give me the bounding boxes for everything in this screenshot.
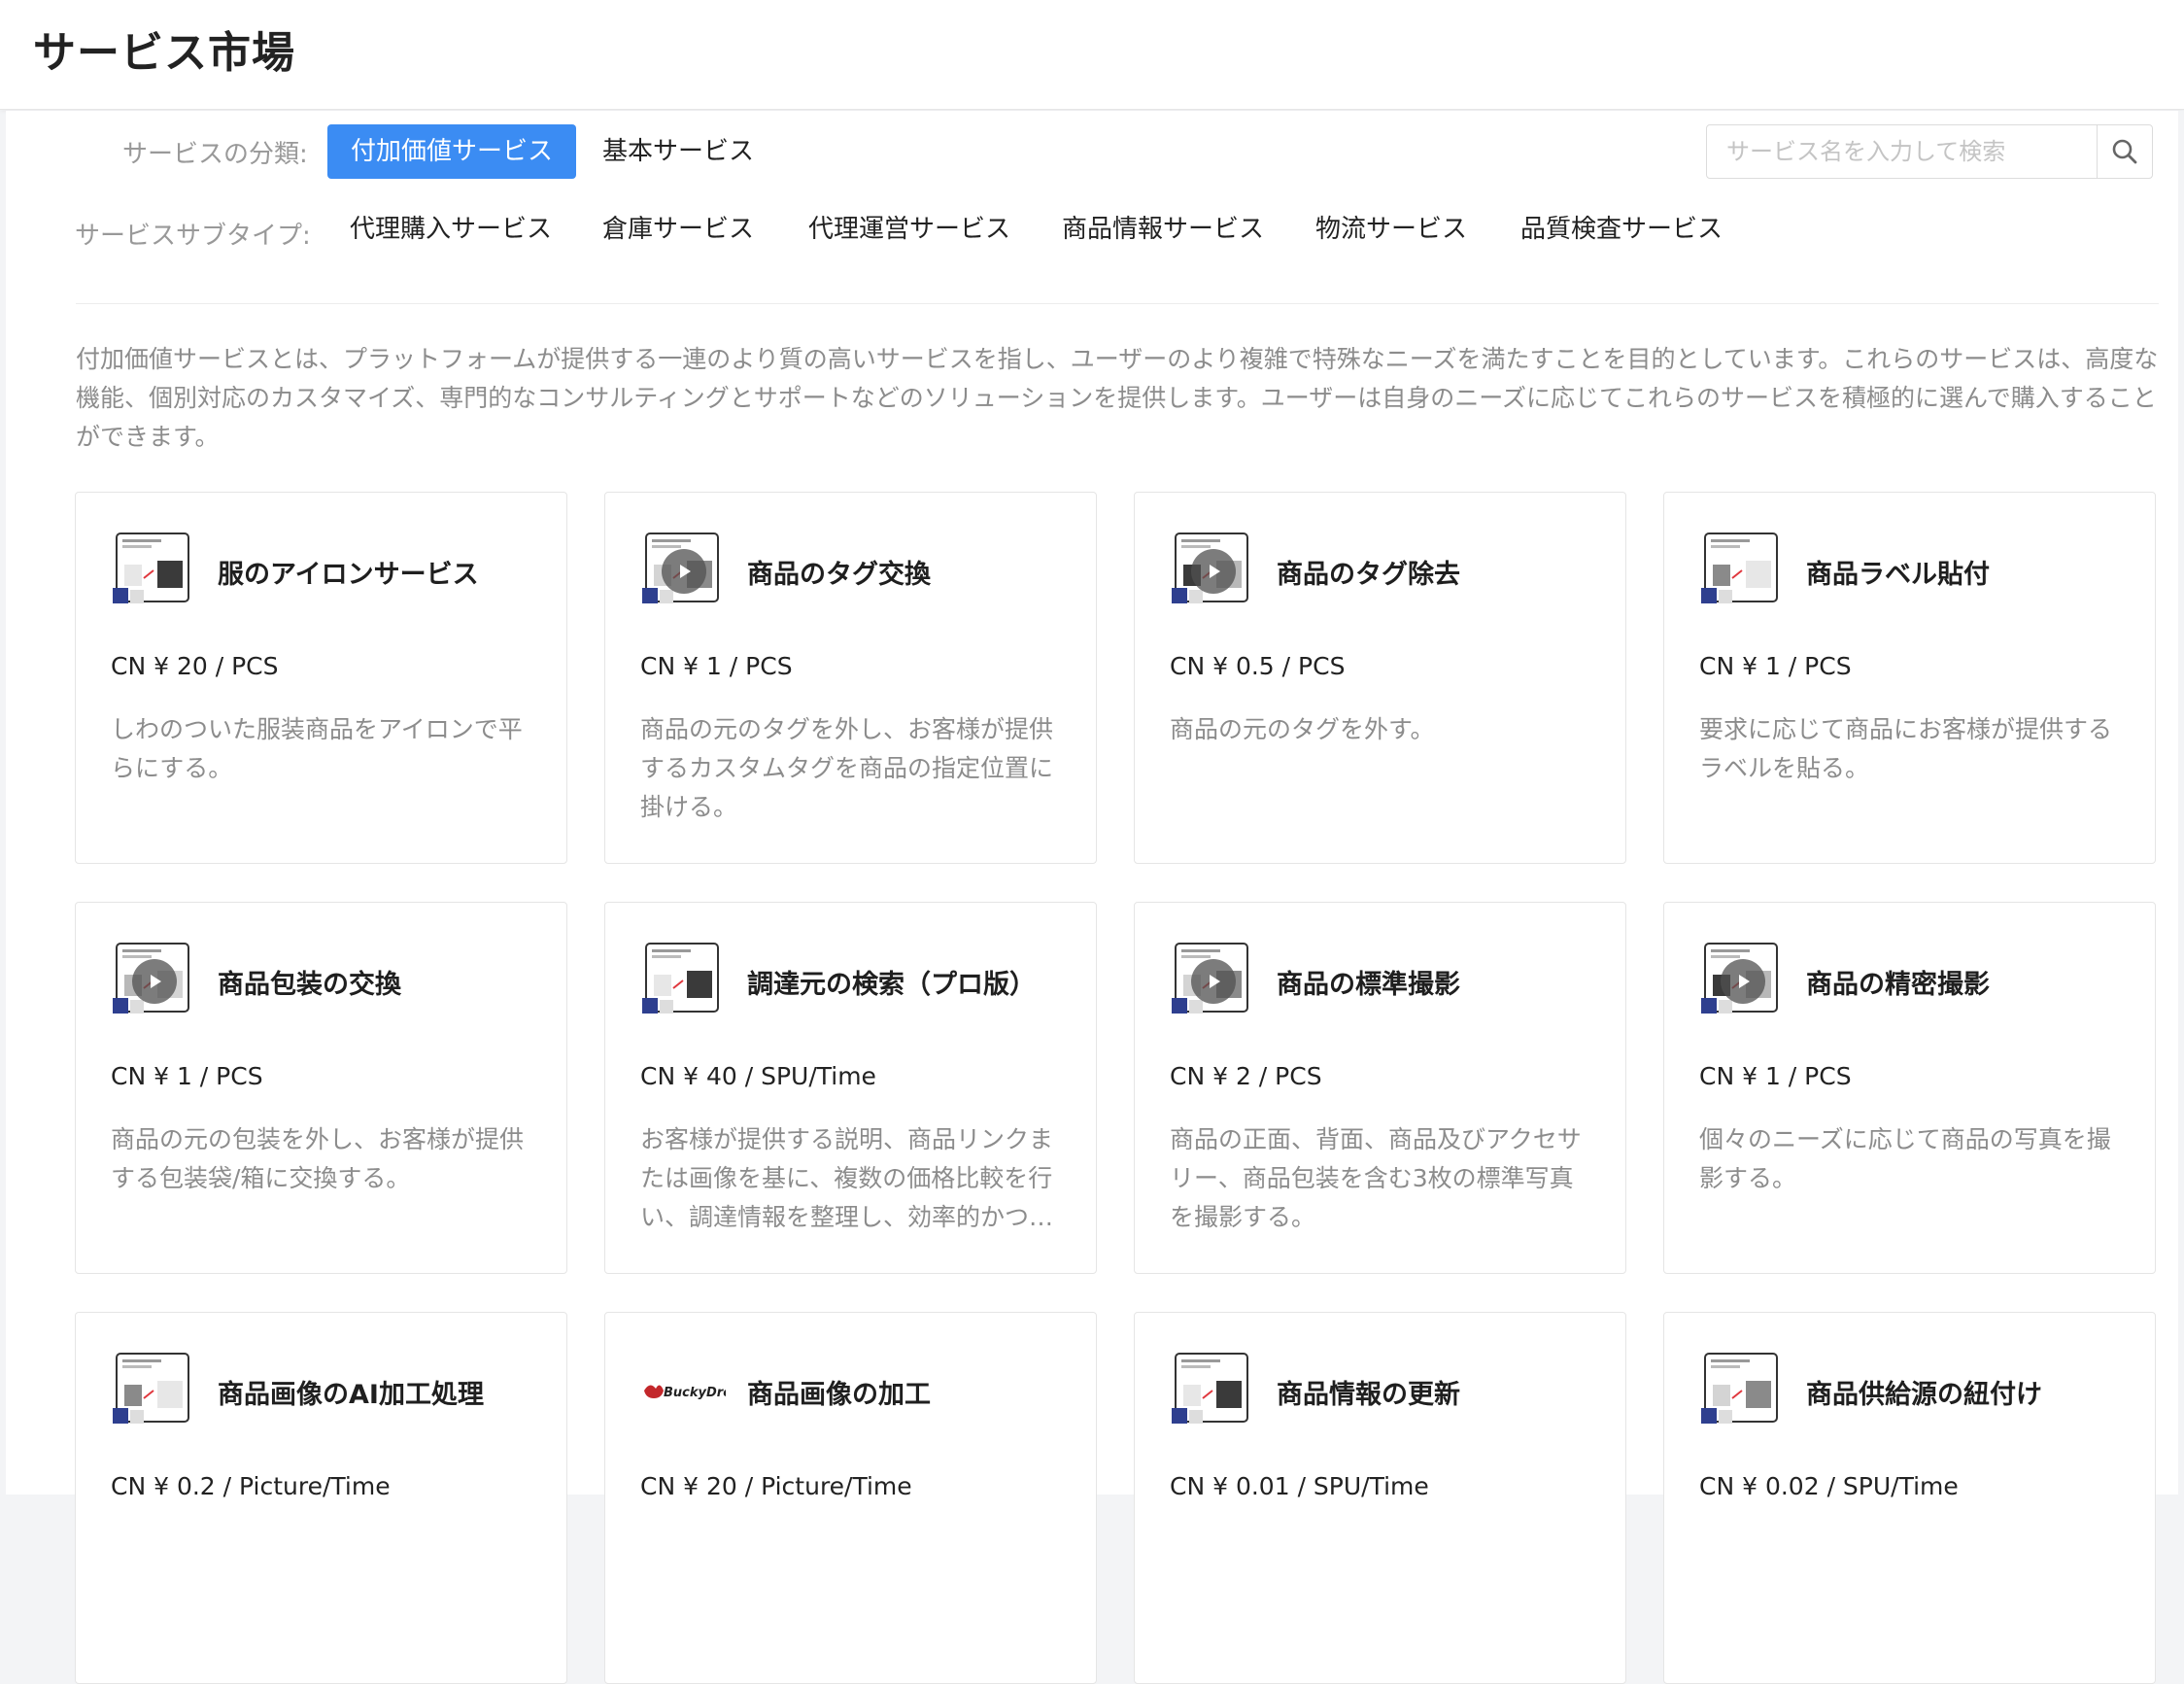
service-title: 商品の標準撮影 bbox=[1277, 970, 1460, 1000]
scroll-edge bbox=[2178, 111, 2184, 1495]
service-price: CN ¥ 1 / PCS bbox=[1699, 652, 1852, 680]
service-title: 商品のタグ除去 bbox=[1277, 560, 1460, 590]
search-button[interactable] bbox=[2097, 125, 2152, 178]
service-description: 個々のニーズに応じて商品の写真を撮影する。 bbox=[1699, 1125, 2111, 1192]
subtype-chip-inspection[interactable]: 品質検査サービス bbox=[1520, 202, 1723, 257]
service-description: 要求に応じて商品にお客様が提供するラベルを貼る。 bbox=[1699, 715, 2113, 782]
service-price: CN ¥ 1 / PCS bbox=[1699, 1062, 1852, 1090]
main-panel: サービスの分類: 付加価値サービス 基本サービス サービスサブタイプ: 代理購入… bbox=[6, 111, 2184, 1684]
service-card[interactable]: 服のアイロンサービス CN ¥ 20 / PCS しわのついた服装商品をアイロンで平… bbox=[75, 492, 567, 864]
service-card[interactable]: 商品情報の更新 CN ¥ 0.01 / SPU/Time bbox=[1134, 1312, 1626, 1684]
service-price: CN ¥ 0.5 / PCS bbox=[1170, 652, 1346, 680]
service-description: しわのついた服装商品をアイロンで平らにする。 bbox=[111, 715, 523, 782]
service-card[interactable]: BuckyDrop 商品画像の加工 CN ¥ 20 / Picture/Time bbox=[604, 1312, 1097, 1684]
subtype-chip-purchasing[interactable]: 代理購入サービス bbox=[350, 202, 552, 257]
service-card[interactable]: 商品ラベル貼付 CN ¥ 1 / PCS 要求に応じて商品にお客様が提供するラベルを… bbox=[1663, 492, 2156, 864]
subtype-chip-warehouse[interactable]: 倉庫サービス bbox=[602, 202, 754, 257]
tag-swap-thumbnail bbox=[640, 532, 726, 609]
service-price: CN ¥ 0.02 / SPU/Time bbox=[1699, 1472, 1959, 1500]
service-title: 商品ラベル貼付 bbox=[1806, 560, 1990, 590]
photo-detail-thumbnail bbox=[1699, 942, 1785, 1019]
buckydrop-logo: BuckyDrop bbox=[640, 1352, 740, 1429]
subtype-chip-operation[interactable]: 代理運営サービス bbox=[808, 202, 1010, 257]
service-description: 商品の元のタグを外す。 bbox=[1170, 715, 1435, 743]
photo-standard-thumbnail bbox=[1170, 942, 1255, 1019]
play-video-icon[interactable] bbox=[662, 549, 706, 594]
service-price: CN ¥ 20 / Picture/Time bbox=[640, 1472, 912, 1500]
service-title: 商品包装の交換 bbox=[218, 970, 401, 1000]
play-video-icon[interactable] bbox=[1191, 549, 1236, 594]
service-card[interactable]: 商品包装の交換 CN ¥ 1 / PCS 商品の元の包装を外し、お客様が提供する包装… bbox=[75, 902, 567, 1274]
play-video-icon[interactable] bbox=[132, 959, 177, 1004]
tag-remove-thumbnail bbox=[1170, 532, 1255, 609]
service-card[interactable]: 商品画像のAI加工処理 CN ¥ 0.2 / Picture/Time bbox=[75, 1312, 567, 1684]
service-price: CN ¥ 0.01 / SPU/Time bbox=[1170, 1472, 1429, 1500]
play-video-icon[interactable] bbox=[1191, 959, 1236, 1004]
category-chip-value-added[interactable]: 付加価値サービス bbox=[327, 124, 577, 179]
source-link-thumbnail bbox=[1699, 1352, 1785, 1429]
service-card[interactable]: 商品供給源の紐付け CN ¥ 0.02 / SPU/Time bbox=[1663, 1312, 2156, 1684]
search-icon bbox=[2112, 139, 2137, 164]
service-card[interactable]: 商品の標準撮影 CN ¥ 2 / PCS 商品の正面、背面、商品及びアクセサリー、商… bbox=[1134, 902, 1626, 1274]
service-card[interactable]: 商品のタグ交換 CN ¥ 1 / PCS 商品の元のタグを外し、お客様が提供するカス… bbox=[604, 492, 1097, 864]
service-price: CN ¥ 2 / PCS bbox=[1170, 1062, 1322, 1090]
subtype-chip-product-info[interactable]: 商品情報サービス bbox=[1062, 202, 1264, 257]
sourcing-thumbnail bbox=[640, 942, 726, 1019]
top-bar: サービス市場 bbox=[0, 0, 2184, 110]
service-card[interactable]: 商品のタグ除去 CN ¥ 0.5 / PCS 商品の元のタグを外す。 bbox=[1134, 492, 1626, 864]
service-description: 商品の元のタグを外し、お客様が提供するカスタムタグを商品の指定位置に掛ける。 bbox=[640, 715, 1054, 821]
service-title: 商品供給源の紐付け bbox=[1806, 1380, 2042, 1410]
service-card[interactable]: 調達元の検索（プロ版） CN ¥ 40 / SPU/Time お客様が提供する説明、… bbox=[604, 902, 1097, 1274]
category-chip-basic[interactable]: 基本サービス bbox=[602, 124, 754, 179]
repack-thumbnail bbox=[111, 942, 196, 1019]
search-input[interactable] bbox=[1707, 125, 2096, 178]
subtype-label: サービスサブタイプ: bbox=[75, 222, 311, 251]
service-title: 商品情報の更新 bbox=[1277, 1380, 1460, 1410]
category-label: サービスの分類: bbox=[122, 140, 308, 169]
service-title: 商品の精密撮影 bbox=[1806, 970, 1990, 1000]
service-description: 商品の元の包装を外し、お客様が提供する包装袋/箱に交換する。 bbox=[111, 1125, 525, 1192]
subtype-chip-logistics[interactable]: 物流サービス bbox=[1315, 202, 1467, 257]
service-title: 商品のタグ交換 bbox=[747, 560, 931, 590]
service-title: 商品画像の加工 bbox=[747, 1380, 931, 1410]
service-description: 商品の正面、背面、商品及びアクセサリー、商品包装を含む3枚の標準写真を撮影する。 bbox=[1170, 1125, 1582, 1231]
ai-image-thumbnail bbox=[111, 1352, 196, 1429]
service-price: CN ¥ 1 / PCS bbox=[111, 1062, 263, 1090]
service-price: CN ¥ 40 / SPU/Time bbox=[640, 1062, 876, 1090]
service-title: 商品画像のAI加工処理 bbox=[218, 1380, 484, 1410]
ironing-thumbnail bbox=[111, 532, 196, 609]
intro-text: 付加価値サービスとは、プラットフォームが提供する一連のより質の高いサービスを指し… bbox=[76, 345, 2159, 451]
brand-logo-text: BuckyDrop bbox=[664, 1386, 726, 1400]
search-box bbox=[1706, 124, 2153, 179]
service-title: 調達元の検索（プロ版） bbox=[747, 970, 1036, 1000]
service-title: 服のアイロンサービス bbox=[218, 560, 479, 590]
play-video-icon[interactable] bbox=[1721, 959, 1765, 1004]
service-price: CN ¥ 1 / PCS bbox=[640, 652, 793, 680]
service-description: お客様が提供する説明、商品リンクまたは画像を基に、複数の価格比較を行い、調達情報… bbox=[640, 1125, 1054, 1231]
filter-divider bbox=[76, 303, 2159, 304]
label-thumbnail bbox=[1699, 532, 1785, 609]
service-price: CN ¥ 20 / PCS bbox=[111, 652, 279, 680]
service-card[interactable]: 商品の精密撮影 CN ¥ 1 / PCS 個々のニーズに応じて商品の写真を撮影する。 bbox=[1663, 902, 2156, 1274]
page-title: サービス市場 bbox=[33, 28, 295, 78]
info-update-thumbnail bbox=[1170, 1352, 1255, 1429]
service-price: CN ¥ 0.2 / Picture/Time bbox=[111, 1472, 391, 1500]
